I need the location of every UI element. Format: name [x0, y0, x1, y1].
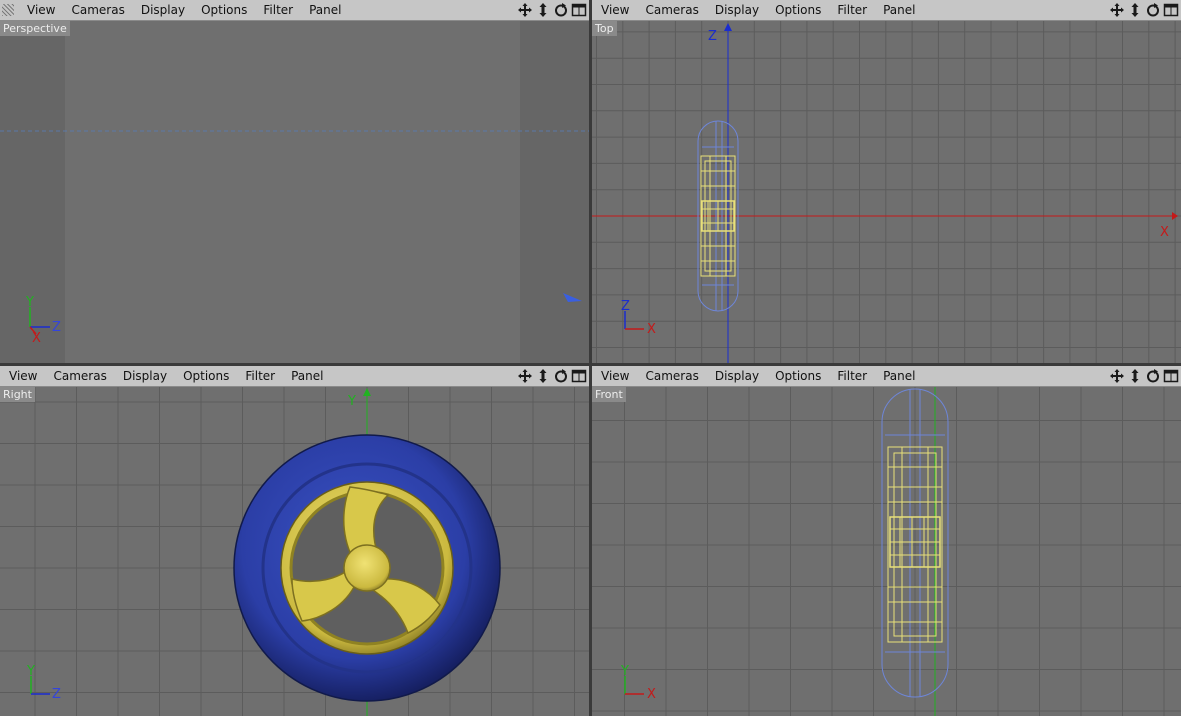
viewport-perspective[interactable]: View Cameras Display Options Filter Pane… — [0, 0, 589, 363]
viewport-menubar: View Cameras Display Options Filter Pane… — [592, 0, 1181, 21]
viewport-canvas-right[interactable]: Y Y Z Right — [0, 387, 589, 716]
right-axis-gizmo: Y Z — [26, 664, 61, 702]
menu-cameras[interactable]: Cameras — [44, 366, 113, 386]
menu-display[interactable]: Display — [114, 366, 174, 386]
front-scene: Y X — [592, 387, 1181, 716]
gizmo-label: Y — [25, 295, 34, 310]
move-icon[interactable] — [517, 368, 533, 384]
gizmo-label: Z — [52, 320, 61, 335]
zoom-icon[interactable] — [535, 368, 551, 384]
viewport-menubar: View Cameras Display Options Filter Pane… — [0, 0, 589, 21]
menu-view[interactable]: View — [592, 0, 636, 20]
menu-filter[interactable]: Filter — [828, 0, 874, 20]
viewport-top[interactable]: View Cameras Display Options Filter Pane… — [592, 0, 1181, 363]
zoom-icon[interactable] — [1127, 368, 1143, 384]
viewport-label: Right — [0, 387, 35, 402]
menu-view[interactable]: View — [18, 0, 62, 20]
rotate-icon[interactable] — [553, 368, 569, 384]
viewport-canvas-front[interactable]: Y X Front — [592, 387, 1181, 716]
zoom-icon[interactable] — [535, 2, 551, 18]
menu-panel[interactable]: Panel — [874, 0, 922, 20]
viewport-canvas-top[interactable]: Z X Z X Top — [592, 21, 1181, 363]
panel-grip-icon[interactable] — [2, 4, 14, 16]
zoom-icon[interactable] — [1127, 2, 1143, 18]
menu-options[interactable]: Options — [174, 366, 236, 386]
menu-cameras[interactable]: Cameras — [636, 0, 705, 20]
menu-panel[interactable]: Panel — [282, 366, 330, 386]
menu-options[interactable]: Options — [766, 0, 828, 20]
wheel-model[interactable] — [233, 434, 501, 702]
viewport-menubar: View Cameras Display Options Filter Pane… — [592, 366, 1181, 387]
top-grid — [592, 21, 1181, 363]
gizmo-label: Z — [621, 299, 630, 314]
menu-filter[interactable]: Filter — [254, 0, 300, 20]
menu-panel[interactable]: Panel — [300, 0, 348, 20]
move-icon[interactable] — [517, 2, 533, 18]
viewport-label: Perspective — [0, 21, 70, 36]
gizmo-label: X — [647, 322, 656, 337]
viewport-label: Front — [592, 387, 626, 402]
axis-label-y: Y — [347, 394, 356, 409]
menu-options[interactable]: Options — [192, 0, 254, 20]
maximize-icon[interactable] — [571, 368, 587, 384]
menu-display[interactable]: Display — [706, 366, 766, 386]
menu-display[interactable]: Display — [706, 0, 766, 20]
hub — [343, 544, 391, 592]
rotate-icon[interactable] — [1145, 368, 1161, 384]
maximize-icon[interactable] — [1163, 368, 1179, 384]
axis-label-x: X — [1160, 225, 1169, 240]
viewport-canvas-perspective[interactable]: Y Z X Perspective — [0, 21, 589, 363]
top-axis-gizmo: Z X — [621, 299, 656, 337]
right-scene: Y Y Z — [0, 387, 589, 716]
viewport-front[interactable]: View Cameras Display Options Filter Pane… — [592, 366, 1181, 716]
viewport-right[interactable]: View Cameras Display Options Filter Pane… — [0, 366, 589, 716]
viewport-label: Top — [592, 21, 617, 36]
top-scene: Z X Z X — [592, 21, 1181, 363]
menu-display[interactable]: Display — [132, 0, 192, 20]
gizmo-label: Z — [52, 687, 61, 702]
maximize-icon[interactable] — [571, 2, 587, 18]
axis-label-z: Z — [708, 29, 717, 44]
rotate-icon[interactable] — [1145, 2, 1161, 18]
perspective-scene: Y Z X — [0, 21, 589, 363]
menu-filter[interactable]: Filter — [828, 366, 874, 386]
rotate-icon[interactable] — [553, 2, 569, 18]
gizmo-label: Y — [620, 664, 629, 679]
menu-panel[interactable]: Panel — [874, 366, 922, 386]
menu-view[interactable]: View — [592, 366, 636, 386]
move-icon[interactable] — [1109, 2, 1125, 18]
gizmo-label: X — [32, 331, 41, 346]
move-icon[interactable] — [1109, 368, 1125, 384]
gizmo-label: X — [647, 687, 656, 702]
menu-filter[interactable]: Filter — [236, 366, 282, 386]
gizmo-label: Y — [26, 664, 35, 679]
menu-cameras[interactable]: Cameras — [62, 0, 131, 20]
maximize-icon[interactable] — [1163, 2, 1179, 18]
front-grid — [592, 387, 1181, 716]
menu-options[interactable]: Options — [766, 366, 828, 386]
menu-cameras[interactable]: Cameras — [636, 366, 705, 386]
viewport-menubar: View Cameras Display Options Filter Pane… — [0, 366, 589, 387]
menu-view[interactable]: View — [0, 366, 44, 386]
